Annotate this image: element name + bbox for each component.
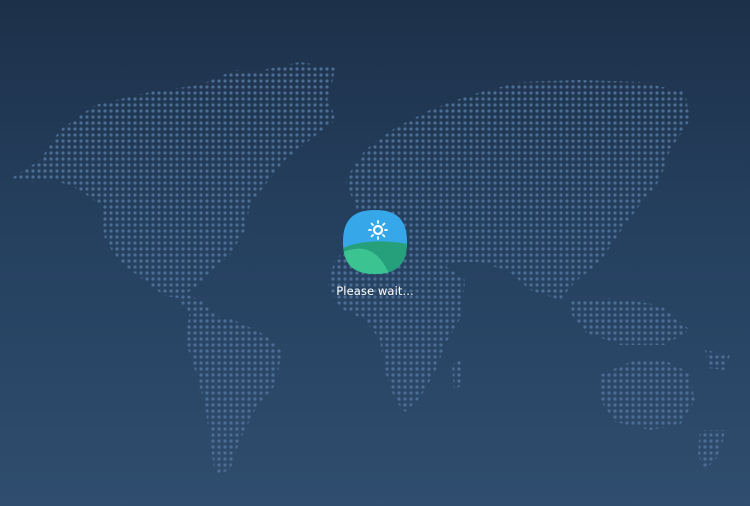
loading-panel: Please wait... — [0, 210, 750, 298]
splash-screen: Please wait... — [0, 0, 750, 506]
loading-message: Please wait... — [336, 284, 414, 298]
weather-landscape-icon — [343, 210, 407, 274]
